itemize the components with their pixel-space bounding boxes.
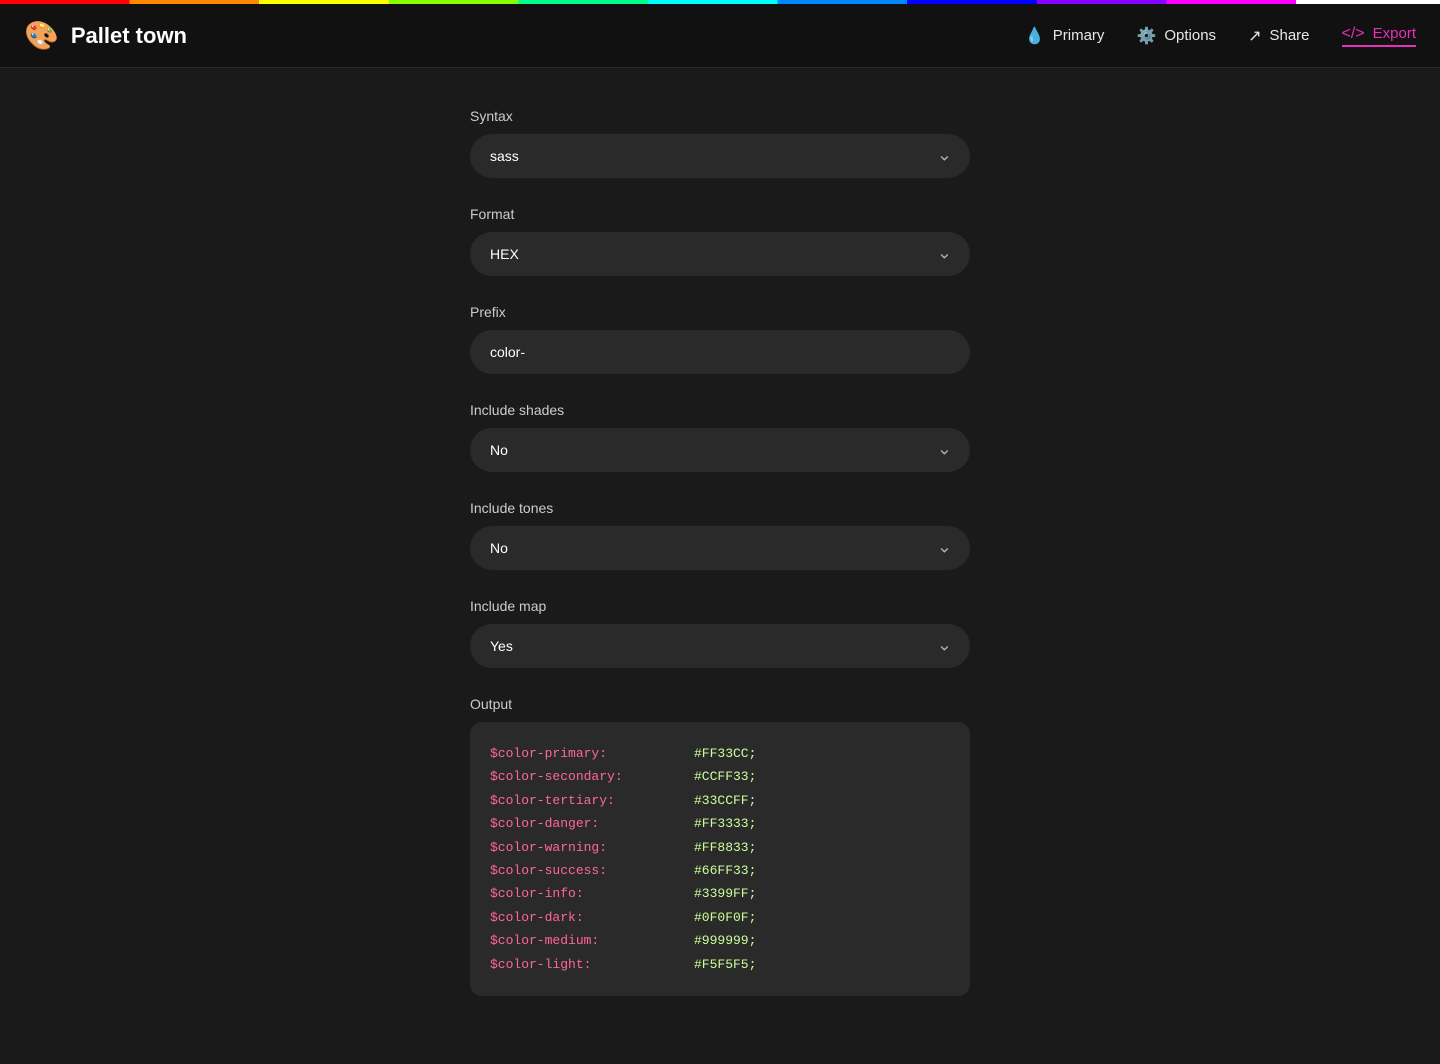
format-label: Format	[470, 206, 970, 222]
include-shades-select-wrapper: No Yes	[470, 428, 970, 472]
syntax-select-wrapper: sass scss less css json	[470, 134, 970, 178]
include-shades-label: Include shades	[470, 402, 970, 418]
include-tones-group: Include tones No Yes	[470, 500, 970, 570]
output-value-secondary: #CCFF33;	[694, 765, 756, 788]
include-shades-group: Include shades No Yes	[470, 402, 970, 472]
output-key-secondary: $color-secondary:	[490, 765, 690, 788]
output-key-dark: $color-dark:	[490, 906, 690, 929]
form-container: Syntax sass scss less css json Format HE…	[470, 108, 970, 1024]
include-map-select-wrapper: Yes No	[470, 624, 970, 668]
include-tones-select-wrapper: No Yes	[470, 526, 970, 570]
output-line-info: $color-info: #3399FF;	[490, 882, 950, 905]
include-map-group: Include map Yes No	[470, 598, 970, 668]
include-map-label: Include map	[470, 598, 970, 614]
share-icon: ↗	[1248, 26, 1261, 46]
output-line-secondary: $color-secondary: #CCFF33;	[490, 765, 950, 788]
output-value-danger: #FF3333;	[694, 812, 756, 835]
output-line-success: $color-success: #66FF33;	[490, 859, 950, 882]
format-group: Format HEX RGB HSL HSV	[470, 206, 970, 276]
output-key-danger: $color-danger:	[490, 812, 690, 835]
include-shades-select[interactable]: No Yes	[470, 428, 970, 472]
logo-icon: 🎨	[24, 19, 59, 52]
include-tones-select[interactable]: No Yes	[470, 526, 970, 570]
main-content: Syntax sass scss less css json Format HE…	[0, 68, 1440, 1064]
nav-export[interactable]: </> Export	[1342, 25, 1417, 47]
syntax-select[interactable]: sass scss less css json	[470, 134, 970, 178]
output-value-light: #F5F5F5;	[694, 953, 756, 976]
output-label: Output	[470, 696, 970, 712]
header-left: 🎨 Pallet town	[24, 19, 187, 52]
output-line-danger: $color-danger: #FF3333;	[490, 812, 950, 835]
nav-primary[interactable]: 💧 Primary	[1025, 26, 1105, 46]
app-title: Pallet town	[71, 23, 187, 49]
output-key-success: $color-success:	[490, 859, 690, 882]
format-select-wrapper: HEX RGB HSL HSV	[470, 232, 970, 276]
syntax-group: Syntax sass scss less css json	[470, 108, 970, 178]
output-key-warning: $color-warning:	[490, 836, 690, 859]
header-nav: 💧 Primary ⚙️ Options ↗ Share </> Export	[1025, 25, 1416, 47]
output-key-tertiary: $color-tertiary:	[490, 789, 690, 812]
include-map-select[interactable]: Yes No	[470, 624, 970, 668]
prefix-label: Prefix	[470, 304, 970, 320]
output-value-primary: #FF33CC;	[694, 742, 756, 765]
output-key-medium: $color-medium:	[490, 929, 690, 952]
header: 🎨 Pallet town 💧 Primary ⚙️ Options ↗ Sha…	[0, 4, 1440, 68]
nav-export-label: Export	[1373, 25, 1416, 42]
output-value-dark: #0F0F0F;	[694, 906, 756, 929]
output-line-primary: $color-primary: #FF33CC;	[490, 742, 950, 765]
output-line-dark: $color-dark: #0F0F0F;	[490, 906, 950, 929]
output-value-medium: #999999;	[694, 929, 756, 952]
output-line-medium: $color-medium: #999999;	[490, 929, 950, 952]
output-value-info: #3399FF;	[694, 882, 756, 905]
output-line-warning: $color-warning: #FF8833;	[490, 836, 950, 859]
format-select[interactable]: HEX RGB HSL HSV	[470, 232, 970, 276]
nav-options[interactable]: ⚙️ Options	[1136, 26, 1216, 46]
output-box: $color-primary: #FF33CC; $color-secondar…	[470, 722, 970, 996]
nav-primary-label: Primary	[1053, 27, 1105, 44]
nav-share-label: Share	[1269, 27, 1309, 44]
output-line-tertiary: $color-tertiary: #33CCFF;	[490, 789, 950, 812]
include-tones-label: Include tones	[470, 500, 970, 516]
primary-icon: 💧	[1025, 26, 1045, 46]
nav-options-label: Options	[1164, 27, 1216, 44]
output-key-primary: $color-primary:	[490, 742, 690, 765]
export-icon: </>	[1342, 25, 1365, 43]
output-value-warning: #FF8833;	[694, 836, 756, 859]
prefix-input[interactable]	[470, 330, 970, 374]
syntax-label: Syntax	[470, 108, 970, 124]
output-key-light: $color-light:	[490, 953, 690, 976]
output-group: Output $color-primary: #FF33CC; $color-s…	[470, 696, 970, 996]
prefix-group: Prefix	[470, 304, 970, 374]
output-value-success: #66FF33;	[694, 859, 756, 882]
nav-share[interactable]: ↗ Share	[1248, 26, 1309, 46]
options-icon: ⚙️	[1136, 26, 1156, 46]
output-value-tertiary: #33CCFF;	[694, 789, 756, 812]
output-line-light: $color-light: #F5F5F5;	[490, 953, 950, 976]
output-key-info: $color-info:	[490, 882, 690, 905]
